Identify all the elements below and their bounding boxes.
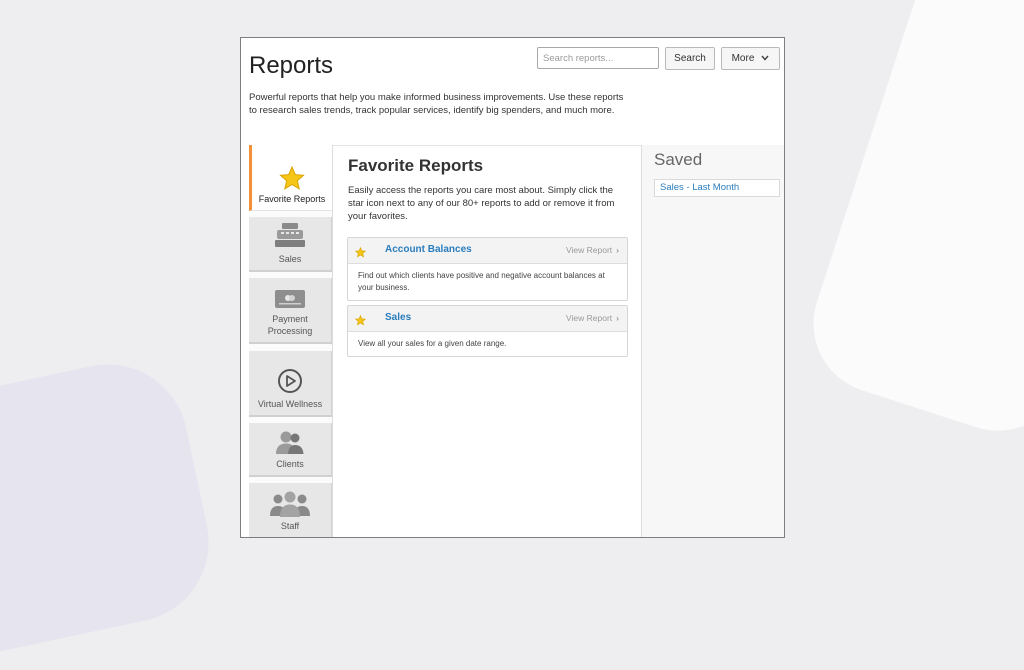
staff-icon [268,489,312,517]
report-description: View all your sales for a given date ran… [358,339,507,348]
tab-favorite-reports[interactable]: Favorite Reports [249,145,332,211]
play-circle-icon [277,368,303,394]
report-card-account-balances: Account Balances View Report › Find out w… [347,237,628,301]
page-description: Powerful reports that help you make info… [249,92,624,116]
favorite-reports-panel: Favorite Reports Easily access the repor… [332,145,642,537]
chevron-right-icon: › [616,313,619,323]
clients-icon [273,429,307,455]
report-title-link[interactable]: Account Balances [385,244,472,255]
search-reports-input[interactable] [537,47,659,69]
background-shape [0,349,224,670]
tab-staff[interactable]: Staff [249,483,332,537]
chevron-right-icon: › [616,245,619,255]
view-report-label: View Report [566,313,613,323]
search-button[interactable]: Search [665,47,715,70]
cash-register-icon [273,222,307,248]
view-report-link[interactable]: View Report › [566,245,619,255]
favorite-star-icon[interactable] [354,245,367,263]
more-button-label: More [731,53,755,64]
star-icon [279,165,305,191]
report-card-sales: Sales View Report › View all your sales f… [347,305,628,357]
tab-label: Staff [280,520,300,531]
saved-reports-panel: Saved Sales - Last Month [642,145,784,537]
background-shape [795,0,1024,449]
report-card-header: Account Balances View Report › [348,238,627,264]
view-report-label: View Report [566,245,613,255]
tab-virtual-wellness[interactable]: Virtual Wellness [249,351,332,417]
page-title: Reports [249,52,334,79]
credit-card-icon [274,289,306,309]
tab-clients[interactable]: Clients [249,423,332,477]
report-categories-sidebar: Favorite Reports Sales Payment Processin… [249,145,332,537]
chevron-down-icon [761,53,769,64]
tab-sales[interactable]: Sales [249,217,332,272]
tab-label: Sales [278,253,302,264]
report-title-link[interactable]: Sales [385,312,411,323]
tab-label: Clients [276,458,304,469]
saved-report-item[interactable]: Sales - Last Month [654,179,780,197]
tab-label: Virtual Wellness [257,398,323,409]
tab-label: Favorite Reports [258,193,326,204]
favorite-star-icon[interactable] [354,313,367,331]
report-card-header: Sales View Report › [348,306,627,332]
section-description: Easily access the reports you care most … [348,185,615,222]
more-button[interactable]: More [721,47,780,70]
section-title: Favorite Reports [348,156,484,175]
tab-payment-processing[interactable]: Payment Processing [249,278,332,344]
report-description: Find out which clients have positive and… [358,271,605,292]
tab-label: Payment Processing [267,314,313,336]
reports-window: Reports Powerful reports that help you m… [240,37,785,538]
saved-title: Saved [654,150,703,169]
view-report-link[interactable]: View Report › [566,313,619,323]
